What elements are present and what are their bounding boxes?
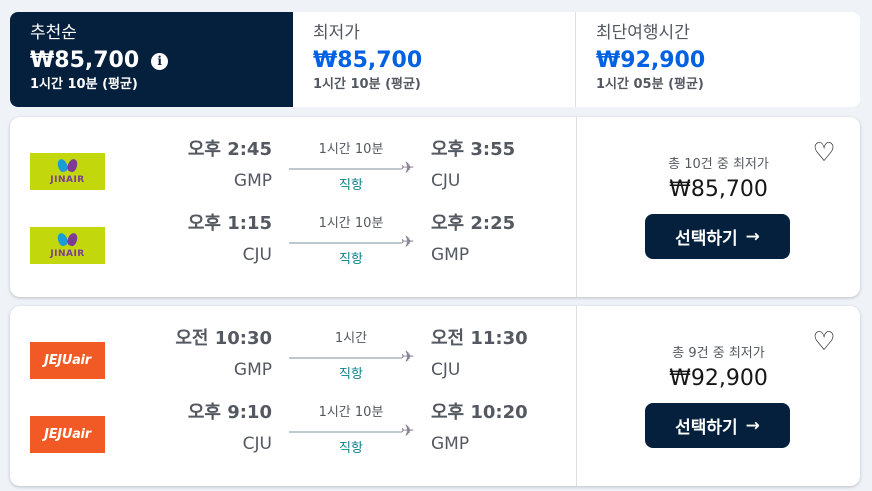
tab-duration: 1시간 10분 (평균): [313, 77, 421, 92]
deal-label: 총 10건 중 최저가: [668, 157, 769, 172]
sort-tabs: 추천순 ₩85,700 i 1시간 10분 (평균) 최저가 ₩85,700 1…: [10, 12, 860, 107]
airline-logo-text: JINAIR: [50, 249, 85, 259]
stops-label: 직항: [339, 252, 363, 267]
tab-duration: 1시간 05분 (평균): [596, 77, 704, 92]
arrival-airport: GMP: [431, 434, 470, 454]
route-line: [289, 431, 402, 433]
price: ₩92,900: [669, 366, 768, 391]
arrival-time: 오전 11:30: [431, 328, 528, 349]
flight-duration: 1시간 10분: [318, 142, 384, 157]
select-button-label: 선택하기: [675, 418, 738, 438]
flight-duration: 1시간: [334, 331, 368, 346]
airline-logo-jinair: JINAIR: [30, 153, 105, 190]
tab-price: ₩92,900: [596, 48, 706, 73]
flight-leg-outbound: JEJUair 오전 10:30 GMP 1시간 ✈ 직항 오전 11:30 C…: [10, 318, 577, 392]
price: ₩85,700: [669, 177, 768, 202]
departure-time: 오후 2:45: [187, 139, 272, 160]
select-button[interactable]: 선택하기 →: [645, 403, 790, 448]
tab-price-value: ₩85,700: [30, 48, 140, 73]
arrival-airport: CJU: [431, 360, 461, 380]
info-icon[interactable]: i: [151, 52, 169, 70]
stops-label: 직항: [339, 367, 363, 382]
departure-airport: GMP: [233, 171, 272, 191]
tab-label: 추천순: [30, 23, 77, 43]
plane-icon: ✈: [401, 421, 415, 440]
price-panel: ♡ 총 10건 중 최저가 ₩85,700 선택하기 →: [577, 117, 860, 297]
flight-legs: JINAIR 오후 2:45 GMP 1시간 10분 ✈ 직항 오후 3:55 …: [10, 117, 577, 297]
route-line: [289, 242, 402, 244]
tab-duration: 1시간 10분 (평균): [30, 77, 138, 92]
arrival-time: 오후 2:25: [431, 213, 516, 234]
price-panel: ♡ 총 9건 중 최저가 ₩92,900 선택하기 →: [577, 306, 860, 486]
butterfly-icon: [56, 157, 79, 175]
flight-leg-return: JEJUair 오후 9:10 CJU 1시간 10분 ✈ 직항 오후 10:2…: [10, 392, 577, 466]
flight-leg-return: JINAIR 오후 1:15 CJU 1시간 10분 ✈ 직항 오후 2:25 …: [10, 203, 577, 277]
arrival-airport: CJU: [431, 171, 461, 191]
departure-airport: CJU: [242, 245, 272, 265]
arrival-time: 오후 10:20: [431, 402, 528, 423]
tab-price: ₩85,700: [313, 48, 423, 73]
flight-result-card[interactable]: JINAIR 오후 2:45 GMP 1시간 10분 ✈ 직항 오후 3:55 …: [10, 117, 860, 297]
plane-icon: ✈: [401, 158, 415, 177]
route-line: [289, 168, 402, 170]
departure-time: 오전 10:30: [175, 328, 272, 349]
arrival-airport: GMP: [431, 245, 470, 265]
tab-recommended[interactable]: 추천순 ₩85,700 i 1시간 10분 (평균): [10, 12, 293, 107]
tab-label: 최단여행시간: [596, 23, 690, 43]
flight-leg-outbound: JINAIR 오후 2:45 GMP 1시간 10분 ✈ 직항 오후 3:55 …: [10, 129, 577, 203]
flight-duration: 1시간 10분: [318, 216, 384, 231]
flight-legs: JEJUair 오전 10:30 GMP 1시간 ✈ 직항 오전 11:30 C…: [10, 306, 577, 486]
butterfly-icon: [56, 231, 79, 249]
arrow-right-icon: →: [745, 415, 760, 436]
airline-logo-text: JINAIR: [50, 175, 85, 185]
select-button-label: 선택하기: [675, 229, 738, 249]
tab-cheapest[interactable]: 최저가 ₩85,700 1시간 10분 (평균): [293, 12, 576, 107]
flight-duration: 1시간 10분: [318, 405, 384, 420]
departure-airport: CJU: [242, 434, 272, 454]
route-line: [289, 357, 402, 359]
plane-icon: ✈: [401, 232, 415, 251]
plane-icon: ✈: [401, 347, 415, 366]
departure-time: 오후 1:15: [187, 213, 272, 234]
deal-label: 총 9건 중 최저가: [672, 346, 765, 361]
departure-time: 오후 9:10: [187, 402, 272, 423]
select-button[interactable]: 선택하기 →: [645, 214, 790, 259]
tab-price: ₩85,700 i: [30, 46, 273, 76]
tab-fastest[interactable]: 최단여행시간 ₩92,900 1시간 05분 (평균): [576, 12, 860, 107]
arrival-time: 오후 3:55: [431, 139, 516, 160]
departure-airport: GMP: [233, 360, 272, 380]
airline-logo-text: JEJUair: [44, 352, 91, 368]
airline-logo-text: JEJUair: [44, 426, 91, 442]
flight-result-card[interactable]: JEJUair 오전 10:30 GMP 1시간 ✈ 직항 오전 11:30 C…: [10, 306, 860, 486]
airline-logo-jejuair: JEJUair: [30, 342, 105, 379]
arrow-right-icon: →: [745, 226, 760, 247]
stops-label: 직항: [339, 178, 363, 193]
tab-label: 최저가: [313, 23, 360, 43]
stops-label: 직항: [339, 441, 363, 456]
airline-logo-jejuair: JEJUair: [30, 416, 105, 453]
airline-logo-jinair: JINAIR: [30, 227, 105, 264]
